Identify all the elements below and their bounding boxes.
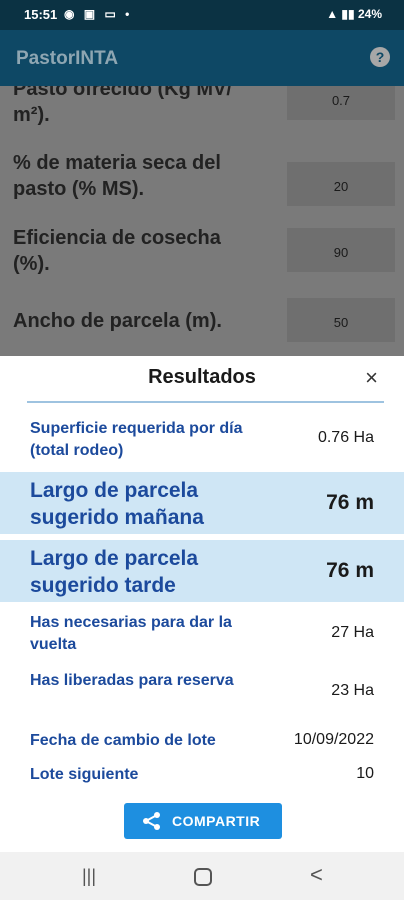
eficiencia-cosecha-input[interactable]: 90	[287, 228, 395, 272]
result-label: Has liberadas para reserva	[30, 672, 234, 689]
form-label: Pasto ofrecido (Kg MV/ m²).	[13, 86, 232, 126]
result-row-superficie: Superficie requerida por día (total rode…	[0, 414, 404, 466]
share-icon	[142, 811, 162, 834]
title-divider	[27, 401, 384, 403]
share-button-label: COMPARTIR	[172, 813, 261, 829]
ancho-parcela-input[interactable]: 50	[287, 298, 395, 342]
result-row-has-liberadas: Has liberadas para reserva 23 Ha	[0, 668, 404, 720]
system-nav-bar: ||| <	[0, 852, 404, 900]
result-value: 10	[356, 765, 374, 782]
result-value: 0.76 Ha	[317, 429, 374, 446]
result-row-fecha-cambio: Fecha de cambio de lote 10/09/2022	[0, 728, 404, 756]
result-value: 76 m	[326, 491, 374, 514]
help-icon[interactable]: ?	[370, 47, 390, 67]
results-sheet: Resultados × Superficie requerida por dí…	[0, 356, 404, 852]
form-label: Eficiencia de cosecha (%).	[13, 227, 221, 275]
system-status-icons: ▲ ▮▮ 24%	[326, 7, 382, 21]
result-label: Superficie requerida por día (total rode…	[30, 420, 243, 459]
result-row-lote-siguiente: Lote siguiente 10	[0, 762, 404, 790]
share-button[interactable]: COMPARTIR	[124, 803, 282, 839]
result-value: 23 Ha	[331, 682, 374, 699]
result-value: 76 m	[326, 559, 374, 582]
back-icon[interactable]: <	[310, 862, 323, 888]
recents-icon[interactable]: |||	[82, 866, 96, 887]
result-label: Largo de parcela sugerido tarde	[30, 547, 199, 597]
status-bar: 15:51 ◉ ▣ ▭ • ▲ ▮▮ 24%	[0, 0, 404, 30]
results-title: Resultados	[148, 366, 256, 388]
result-label: Lote siguiente	[30, 766, 139, 783]
notification-icons: ◉ ▣ ▭ •	[64, 7, 133, 21]
status-time: 15:51	[24, 7, 58, 22]
result-label: Has necesarias para dar la vuelta	[30, 614, 232, 653]
close-icon[interactable]: ×	[365, 365, 378, 391]
form-label: % de materia seca del pasto (% MS).	[13, 152, 221, 200]
form-area: Pasto ofrecido (Kg MV/ m²). 0.7 % de mat…	[0, 86, 404, 358]
result-label: Fecha de cambio de lote	[30, 732, 216, 749]
materia-seca-input[interactable]: 20	[287, 162, 395, 206]
home-icon[interactable]	[194, 868, 212, 886]
result-row-largo-manana: Largo de parcela sugerido mañana 76 m	[0, 472, 404, 534]
result-row-has-necesarias: Has necesarias para dar la vuelta 27 Ha	[0, 610, 404, 662]
result-row-largo-tarde: Largo de parcela sugerido tarde 76 m	[0, 540, 404, 602]
result-value: 10/09/2022	[293, 731, 374, 748]
form-label: Ancho de parcela (m).	[13, 310, 222, 332]
pasto-ofrecido-input[interactable]: 0.7	[287, 86, 395, 120]
result-label: Largo de parcela sugerido mañana	[30, 479, 204, 529]
result-value: 27 Ha	[331, 624, 374, 641]
app-bar: PastorINTA ?	[0, 30, 404, 86]
app-title: PastorINTA	[16, 48, 119, 69]
